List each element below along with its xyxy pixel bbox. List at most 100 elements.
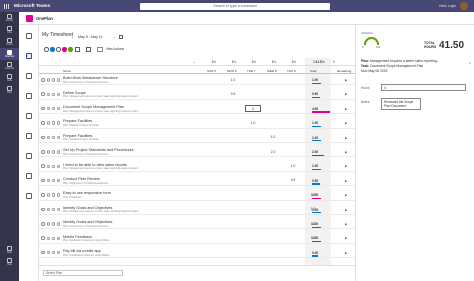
calendar-icon[interactable]	[26, 73, 32, 79]
comment-icon[interactable]	[52, 78, 56, 82]
table-row[interactable]: Easy to use responsive form Plan: Dashboa…	[39, 190, 355, 201]
info-icon[interactable]	[57, 78, 61, 82]
status-icon[interactable]	[47, 78, 51, 82]
hours-cell[interactable]	[325, 235, 341, 242]
info-icon[interactable]	[57, 250, 61, 255]
user-icon[interactable]	[26, 113, 32, 119]
expand-row-icon[interactable]: ▶	[345, 150, 347, 154]
row-select-checkbox[interactable]	[41, 121, 45, 125]
table-row[interactable]: Identify Goals and Objectives Plan: Manag…	[39, 205, 355, 215]
hours-cell[interactable]	[205, 149, 221, 156]
save-icon[interactable]	[50, 47, 55, 52]
hours-cell[interactable]	[245, 134, 261, 141]
hours-cell[interactable]	[225, 192, 241, 199]
hours-cell[interactable]: 0.5	[225, 91, 241, 98]
timesheet-icon[interactable]	[26, 33, 32, 39]
status-icon[interactable]	[47, 121, 51, 125]
expand-row-icon[interactable]: ▶	[345, 179, 347, 183]
status-icon[interactable]	[47, 106, 51, 111]
document-icon[interactable]	[26, 173, 32, 179]
hours-cell[interactable]	[285, 235, 301, 242]
settings-icon[interactable]	[26, 193, 32, 199]
expand-row-icon[interactable]: ▶	[345, 78, 347, 82]
hours-cell[interactable]	[285, 206, 301, 213]
hours-cell[interactable]: 2.0	[265, 149, 281, 156]
hours-cell[interactable]	[325, 192, 341, 199]
table-row[interactable]: Identify Goals and Objectives Plan: Deplo…	[39, 219, 355, 230]
expand-row-icon[interactable]: ▶	[345, 236, 347, 240]
rail-item-chat[interactable]: Chat	[0, 24, 19, 36]
hours-cell[interactable]	[325, 206, 341, 213]
task-name[interactable]: Set Up Project Standards and Procedures	[63, 148, 134, 152]
hours-cell[interactable]	[225, 134, 241, 141]
select-plan-dropdown[interactable]: Select Plan	[43, 270, 123, 276]
table-row[interactable]: Mobile Feedback Plan: Dashboard Customers…	[39, 233, 355, 244]
comment-icon[interactable]	[52, 106, 56, 111]
hours-cell[interactable]	[205, 120, 221, 127]
row-select-checkbox[interactable]	[41, 78, 45, 82]
info-icon[interactable]	[57, 121, 61, 125]
row-select-checkbox[interactable]	[41, 106, 45, 111]
hours-field[interactable]: 4	[381, 84, 466, 91]
task-name[interactable]: Mobile Feedback	[63, 235, 92, 239]
task-name[interactable]: Conduct Peer Review	[63, 177, 100, 181]
task-name[interactable]: Define Scope	[63, 91, 86, 95]
hours-cell[interactable]	[265, 221, 281, 228]
hours-cell[interactable]	[205, 206, 221, 213]
people-icon[interactable]	[26, 133, 32, 139]
hours-cell[interactable]	[205, 177, 221, 184]
rail-item-oneplan[interactable]: OnePlan	[0, 48, 19, 60]
info-icon[interactable]	[57, 207, 61, 212]
hours-cell[interactable]	[285, 192, 301, 199]
expand-row-icon[interactable]: ▶	[345, 193, 347, 197]
expand-row-icon[interactable]: ▶	[345, 222, 347, 226]
view-selector[interactable]	[97, 47, 103, 52]
table-row[interactable]: Pay bill via mobile app Plan: Dashboard C…	[39, 248, 355, 259]
hours-cell[interactable]	[285, 105, 301, 112]
hours-cell[interactable]	[225, 206, 241, 213]
hours-cell[interactable]	[325, 177, 341, 184]
hours-cell[interactable]	[285, 221, 301, 228]
hours-cell[interactable]	[265, 206, 281, 213]
hours-cell[interactable]	[285, 149, 301, 156]
hours-cell[interactable]	[285, 77, 301, 84]
hours-cell[interactable]	[325, 163, 341, 170]
row-select-checkbox[interactable]	[41, 164, 45, 168]
hours-cell[interactable]	[225, 105, 241, 112]
hours-cell[interactable]	[325, 249, 341, 256]
hours-cell[interactable]	[245, 206, 261, 213]
task-name[interactable]: Identify Goals and Objectives	[63, 220, 112, 224]
rail-item-apps[interactable]: Apps	[0, 244, 19, 256]
avatar[interactable]	[460, 2, 468, 10]
hours-cell[interactable]	[265, 177, 281, 184]
hours-cell[interactable]	[325, 77, 341, 84]
hours-cell[interactable]	[205, 192, 221, 199]
hours-cell[interactable]	[205, 249, 221, 256]
table-row[interactable]: Set Up Project Standards and Procedures P…	[39, 147, 355, 158]
hours-cell[interactable]	[245, 177, 261, 184]
comment-icon[interactable]	[52, 222, 56, 226]
info-icon[interactable]	[57, 222, 61, 226]
rail-item-activity[interactable]: Activity	[0, 12, 19, 24]
comment-icon[interactable]	[52, 164, 56, 168]
table-row[interactable]: Conduct Peer Review Plan: Deployment of P…	[39, 176, 355, 187]
hours-cell[interactable]	[225, 177, 241, 184]
status-icon[interactable]	[47, 135, 51, 140]
close-icon[interactable]: ×	[469, 60, 471, 65]
hours-cell[interactable]: 4	[245, 105, 261, 113]
task-name[interactable]: Prepare Facilities	[63, 119, 92, 123]
view-actions[interactable]: View Actions	[106, 47, 124, 51]
table-row[interactable]: Define Scope Plan: Management requires a …	[39, 89, 355, 100]
row-select-checkbox[interactable]	[41, 193, 45, 197]
table-row[interactable]: Document Scope Management Plan Plan: Mana…	[39, 104, 355, 115]
comment-icon[interactable]	[52, 121, 56, 125]
row-select-checkbox[interactable]	[41, 150, 45, 154]
hours-cell[interactable]	[265, 192, 281, 199]
comment-icon[interactable]	[52, 207, 56, 212]
rail-item-calendar[interactable]: Calendar	[0, 60, 19, 72]
task-name[interactable]: Prepare Facilities	[63, 134, 92, 138]
row-select-checkbox[interactable]	[41, 92, 45, 96]
hours-cell[interactable]	[285, 134, 301, 141]
hours-cell[interactable]	[245, 91, 261, 98]
refresh-icon[interactable]	[56, 47, 61, 52]
